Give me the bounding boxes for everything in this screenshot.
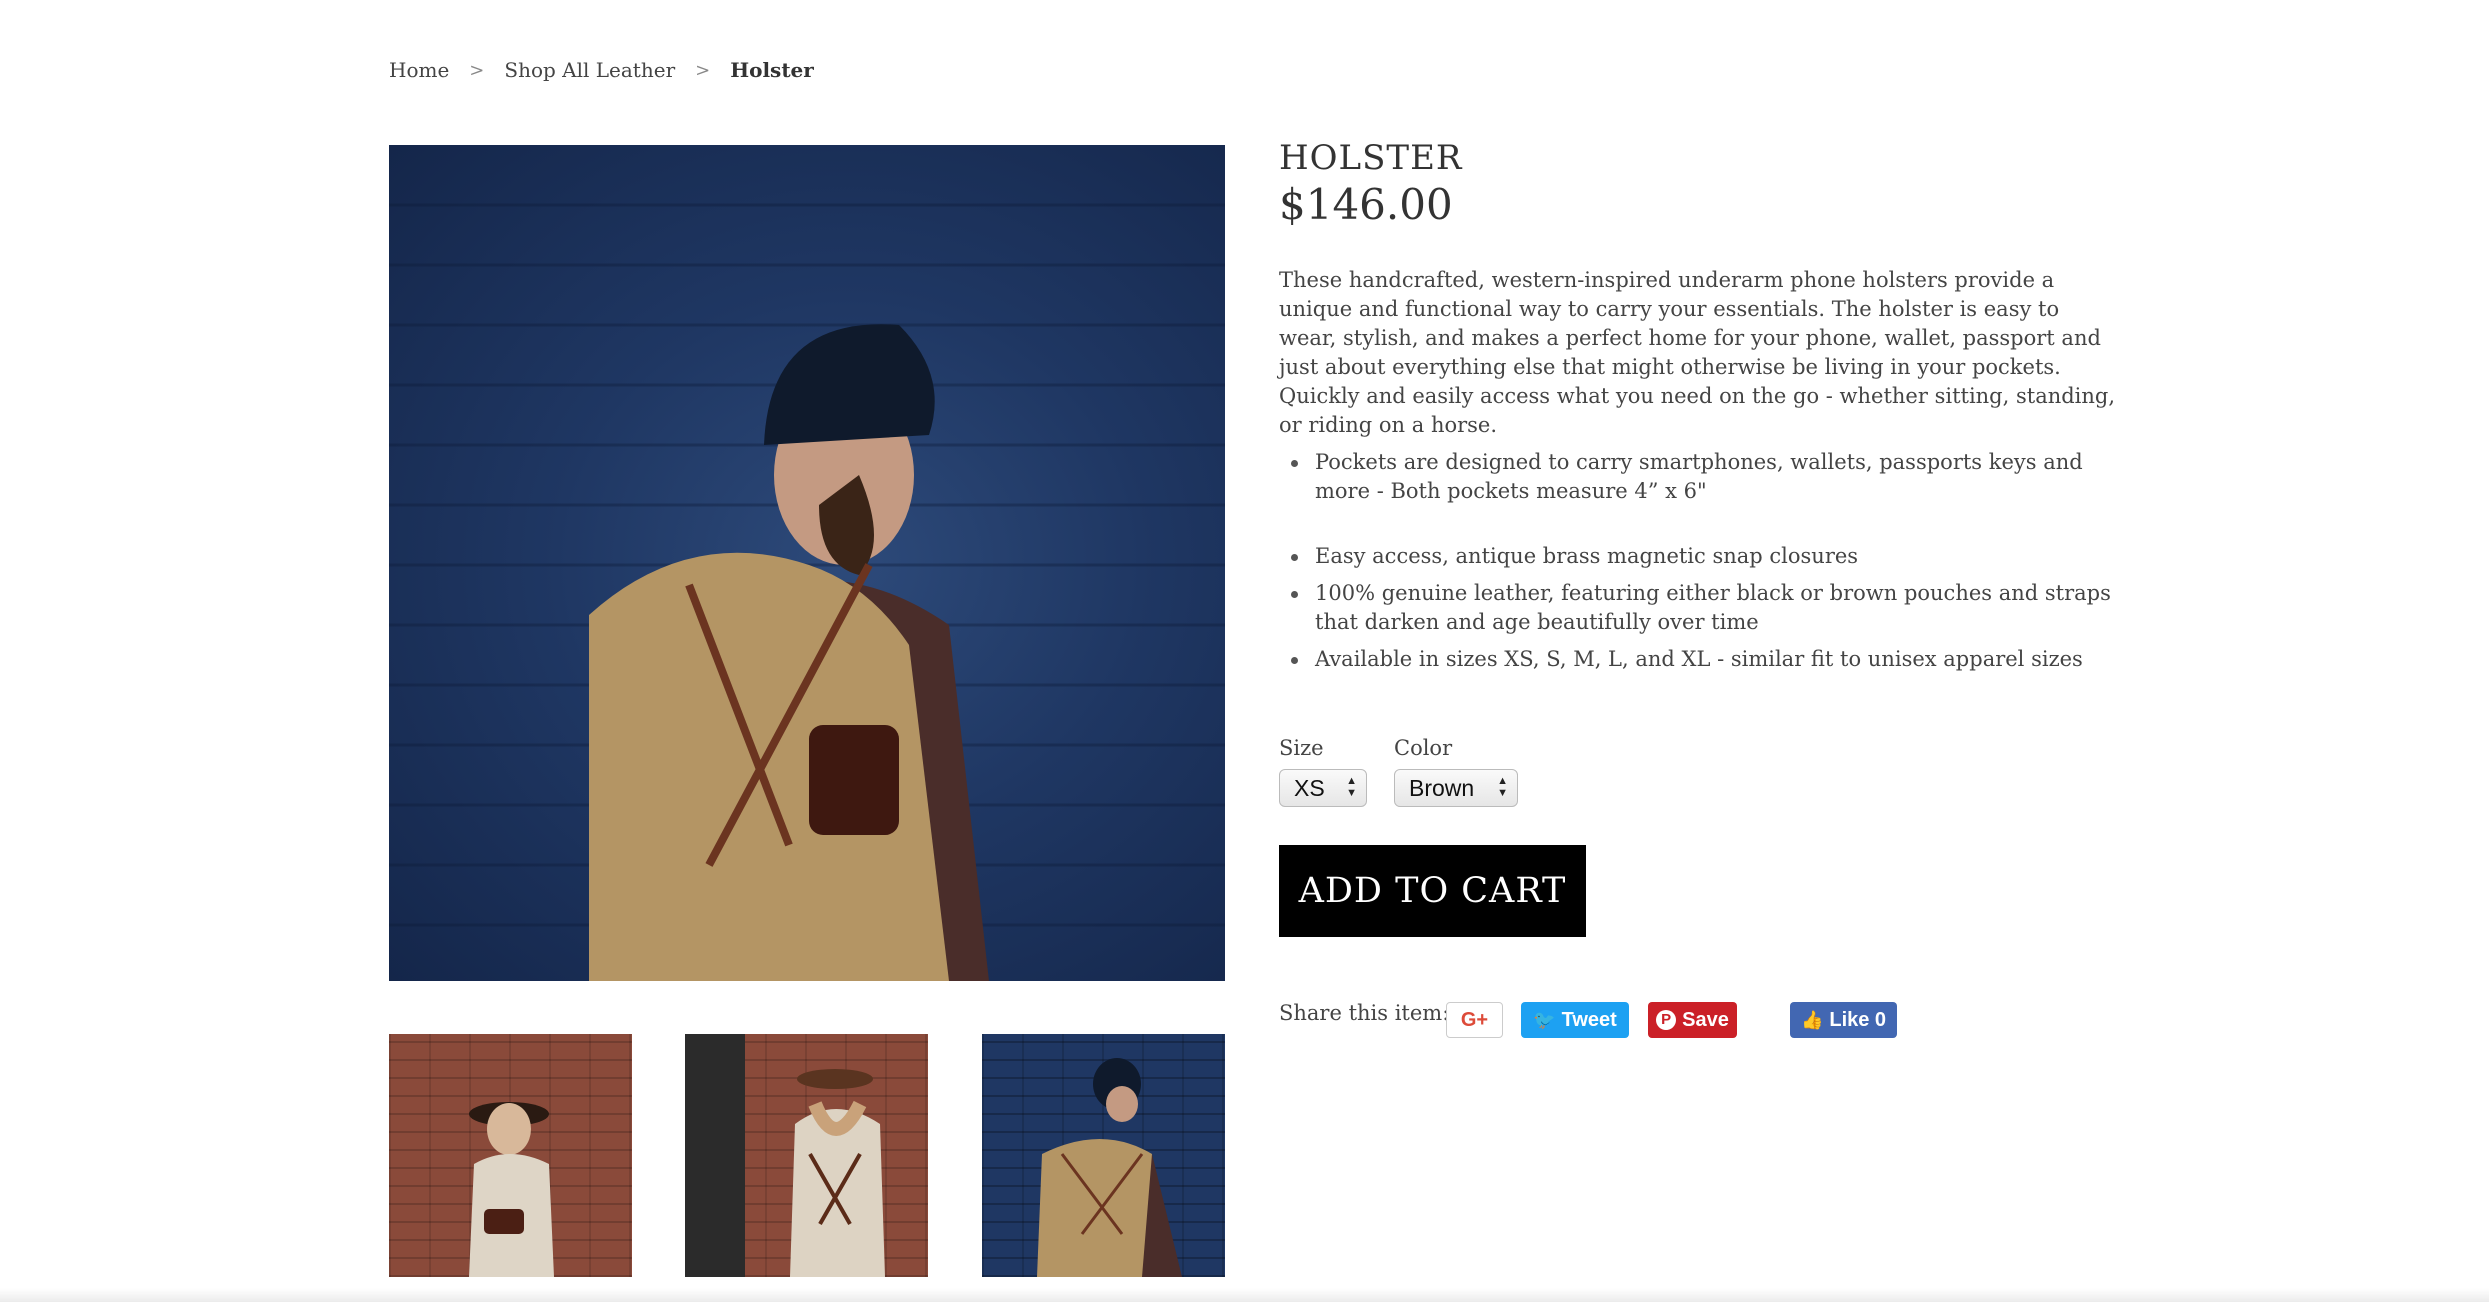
feature-item: Pockets are designed to carry smartphone…: [1279, 448, 2119, 506]
thumbnail-photo: [685, 1034, 885, 1277]
breadcrumb-category-link[interactable]: Shop All Leather: [504, 58, 675, 82]
main-image-photo: [389, 203, 1225, 981]
share-label: Share this item:: [1279, 1001, 1450, 1025]
breadcrumb: Home > Shop All Leather > Holster: [389, 58, 814, 82]
pinterest-save-label: Save: [1682, 1008, 1729, 1031]
breadcrumb-current: Holster: [730, 58, 814, 82]
twitter-bird-icon: 🐦: [1533, 1009, 1556, 1030]
pinterest-save-button[interactable]: P Save: [1648, 1002, 1737, 1038]
google-plus-share-button[interactable]: G+: [1446, 1002, 1503, 1038]
size-select-value: XS: [1294, 774, 1325, 801]
feature-item: Easy access, antique brass magnetic snap…: [1279, 542, 2119, 571]
product-price: $146.00: [1279, 180, 1453, 229]
google-plus-icon: G+: [1460, 1008, 1489, 1031]
product-title: HOLSTER: [1279, 138, 1463, 178]
breadcrumb-home-link[interactable]: Home: [389, 58, 449, 82]
product-thumbnail[interactable]: [685, 1034, 928, 1277]
color-select-value: Brown: [1409, 774, 1475, 801]
color-select[interactable]: Brown ▲ ▼: [1394, 769, 1518, 807]
feature-item: Available in sizes XS, S, M, L, and XL -…: [1279, 645, 2119, 674]
size-select[interactable]: XS ▲ ▼: [1279, 769, 1367, 807]
feature-list: Pockets are designed to carry smartphone…: [1279, 448, 2119, 682]
thumbnail-photo: [1037, 1058, 1182, 1277]
product-thumbnail[interactable]: [389, 1034, 632, 1277]
breadcrumb-separator: >: [695, 59, 711, 81]
select-arrows-icon: ▲ ▼: [1346, 775, 1357, 799]
add-to-cart-button[interactable]: ADD TO CART: [1279, 845, 1586, 937]
color-label: Color: [1394, 736, 1453, 760]
facebook-like-label: Like 0: [1829, 1008, 1887, 1031]
tweet-button[interactable]: 🐦 Tweet: [1521, 1002, 1629, 1038]
product-main-image[interactable]: [389, 145, 1225, 981]
size-label: Size: [1279, 736, 1324, 760]
product-description: These handcrafted, western-inspired unde…: [1279, 268, 2116, 437]
feature-item: 100% genuine leather, featuring either b…: [1279, 579, 2119, 637]
select-arrows-icon: ▲ ▼: [1497, 775, 1508, 799]
thumbs-up-icon: 👍: [1800, 1009, 1824, 1030]
product-thumbnail[interactable]: [982, 1034, 1225, 1277]
breadcrumb-separator: >: [469, 59, 485, 81]
thumbnail-photo: [469, 1102, 554, 1277]
pinterest-icon: P: [1656, 1010, 1677, 1030]
tweet-label: Tweet: [1561, 1008, 1617, 1031]
facebook-like-button[interactable]: 👍 Like 0: [1790, 1002, 1897, 1038]
bottom-fade: [0, 1288, 2489, 1302]
